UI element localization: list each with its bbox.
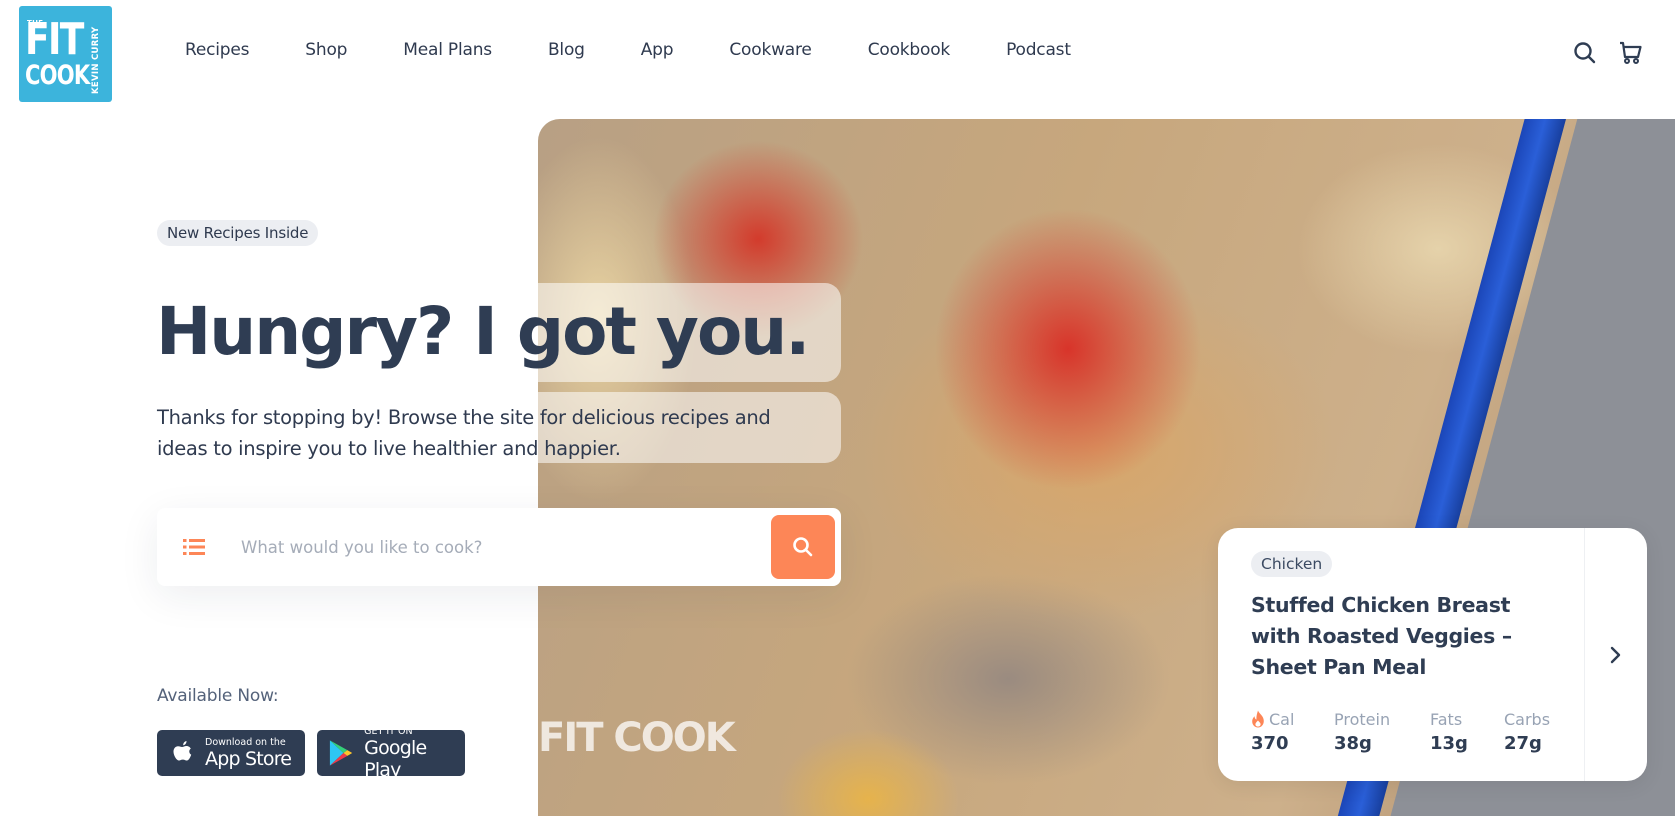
nav-item-shop[interactable]: Shop [305, 40, 347, 60]
stat-carbs-label: Carbs [1504, 709, 1551, 729]
new-recipes-badge: New Recipes Inside [157, 220, 319, 246]
stat-calories-value: 370 [1251, 733, 1289, 754]
recipe-search-bar [157, 508, 841, 586]
stat-fats-value: 13g [1430, 733, 1468, 754]
recipe-search-input[interactable] [241, 528, 741, 566]
google-play-small-text: GET IT ON [364, 725, 413, 737]
google-play-big-text: Google Play [364, 736, 427, 781]
stat-calories: Cal 370 [1251, 708, 1334, 755]
hero-headline: Hungry? I got you. [156, 293, 810, 370]
header-search-button[interactable] [1572, 40, 1598, 66]
recipe-title[interactable]: Stuffed Chicken Breast with Roasted Vegg… [1251, 590, 1561, 683]
apple-icon [173, 741, 192, 761]
stat-protein-label: Protein [1334, 709, 1391, 729]
recipe-nutrition-stats: Cal 370 Protein 38g Fats 13g Carbs 27g [1251, 708, 1564, 755]
stat-carbs: Carbs 27g [1504, 708, 1564, 755]
header-cart-button[interactable] [1618, 40, 1644, 66]
stat-calories-label: Cal [1269, 709, 1295, 729]
search-icon [1574, 42, 1596, 64]
recipe-category-tag[interactable]: Chicken [1251, 551, 1333, 577]
flame-icon [1252, 710, 1264, 728]
featured-recipe-card[interactable]: Chicken Stuffed Chicken Breast with Roas… [1218, 528, 1647, 781]
cart-icon [1620, 41, 1642, 64]
image-watermark: FIT COOK [538, 715, 736, 761]
nav-item-cookware[interactable]: Cookware [729, 40, 812, 60]
recipe-search-button[interactable] [771, 515, 835, 579]
google-play-icon [329, 740, 353, 766]
nav-item-meal-plans[interactable]: Meal Plans [403, 40, 492, 60]
stat-carbs-value: 27g [1504, 733, 1542, 754]
stat-fats-label: Fats [1430, 709, 1463, 729]
available-now-label: Available Now: [157, 686, 279, 706]
main-nav: Recipes Shop Meal Plans Blog App Cookwar… [185, 40, 1127, 60]
site-logo[interactable]: THE FIT COOK KEVIN CURRY [19, 6, 112, 102]
nav-item-cookbook[interactable]: Cookbook [868, 40, 951, 60]
stat-protein: Protein 38g [1334, 708, 1430, 755]
app-store-small-text: Download on the [205, 736, 286, 748]
app-store-button[interactable]: Download on the App Store [157, 730, 305, 776]
stat-fats: Fats 13g [1430, 708, 1504, 755]
nav-item-blog[interactable]: Blog [548, 40, 585, 60]
chevron-right-icon [1610, 646, 1621, 663]
hero-subtitle: Thanks for stopping by! Browse the site … [157, 406, 771, 460]
app-store-big-text: App Store [205, 747, 292, 770]
nav-item-podcast[interactable]: Podcast [1006, 40, 1071, 60]
logo-cook-text: COOK [25, 60, 90, 91]
logo-author-text: KEVIN CURRY [91, 26, 101, 94]
google-play-button[interactable]: GET IT ON Google Play [317, 726, 465, 781]
nav-item-app[interactable]: App [641, 40, 674, 60]
stat-protein-value: 38g [1334, 733, 1372, 754]
list-icon[interactable] [183, 537, 205, 557]
next-recipe-button[interactable] [1585, 528, 1647, 781]
logo-fit-text: FIT [25, 14, 84, 65]
nav-item-recipes[interactable]: Recipes [185, 40, 249, 60]
search-icon [793, 537, 813, 557]
